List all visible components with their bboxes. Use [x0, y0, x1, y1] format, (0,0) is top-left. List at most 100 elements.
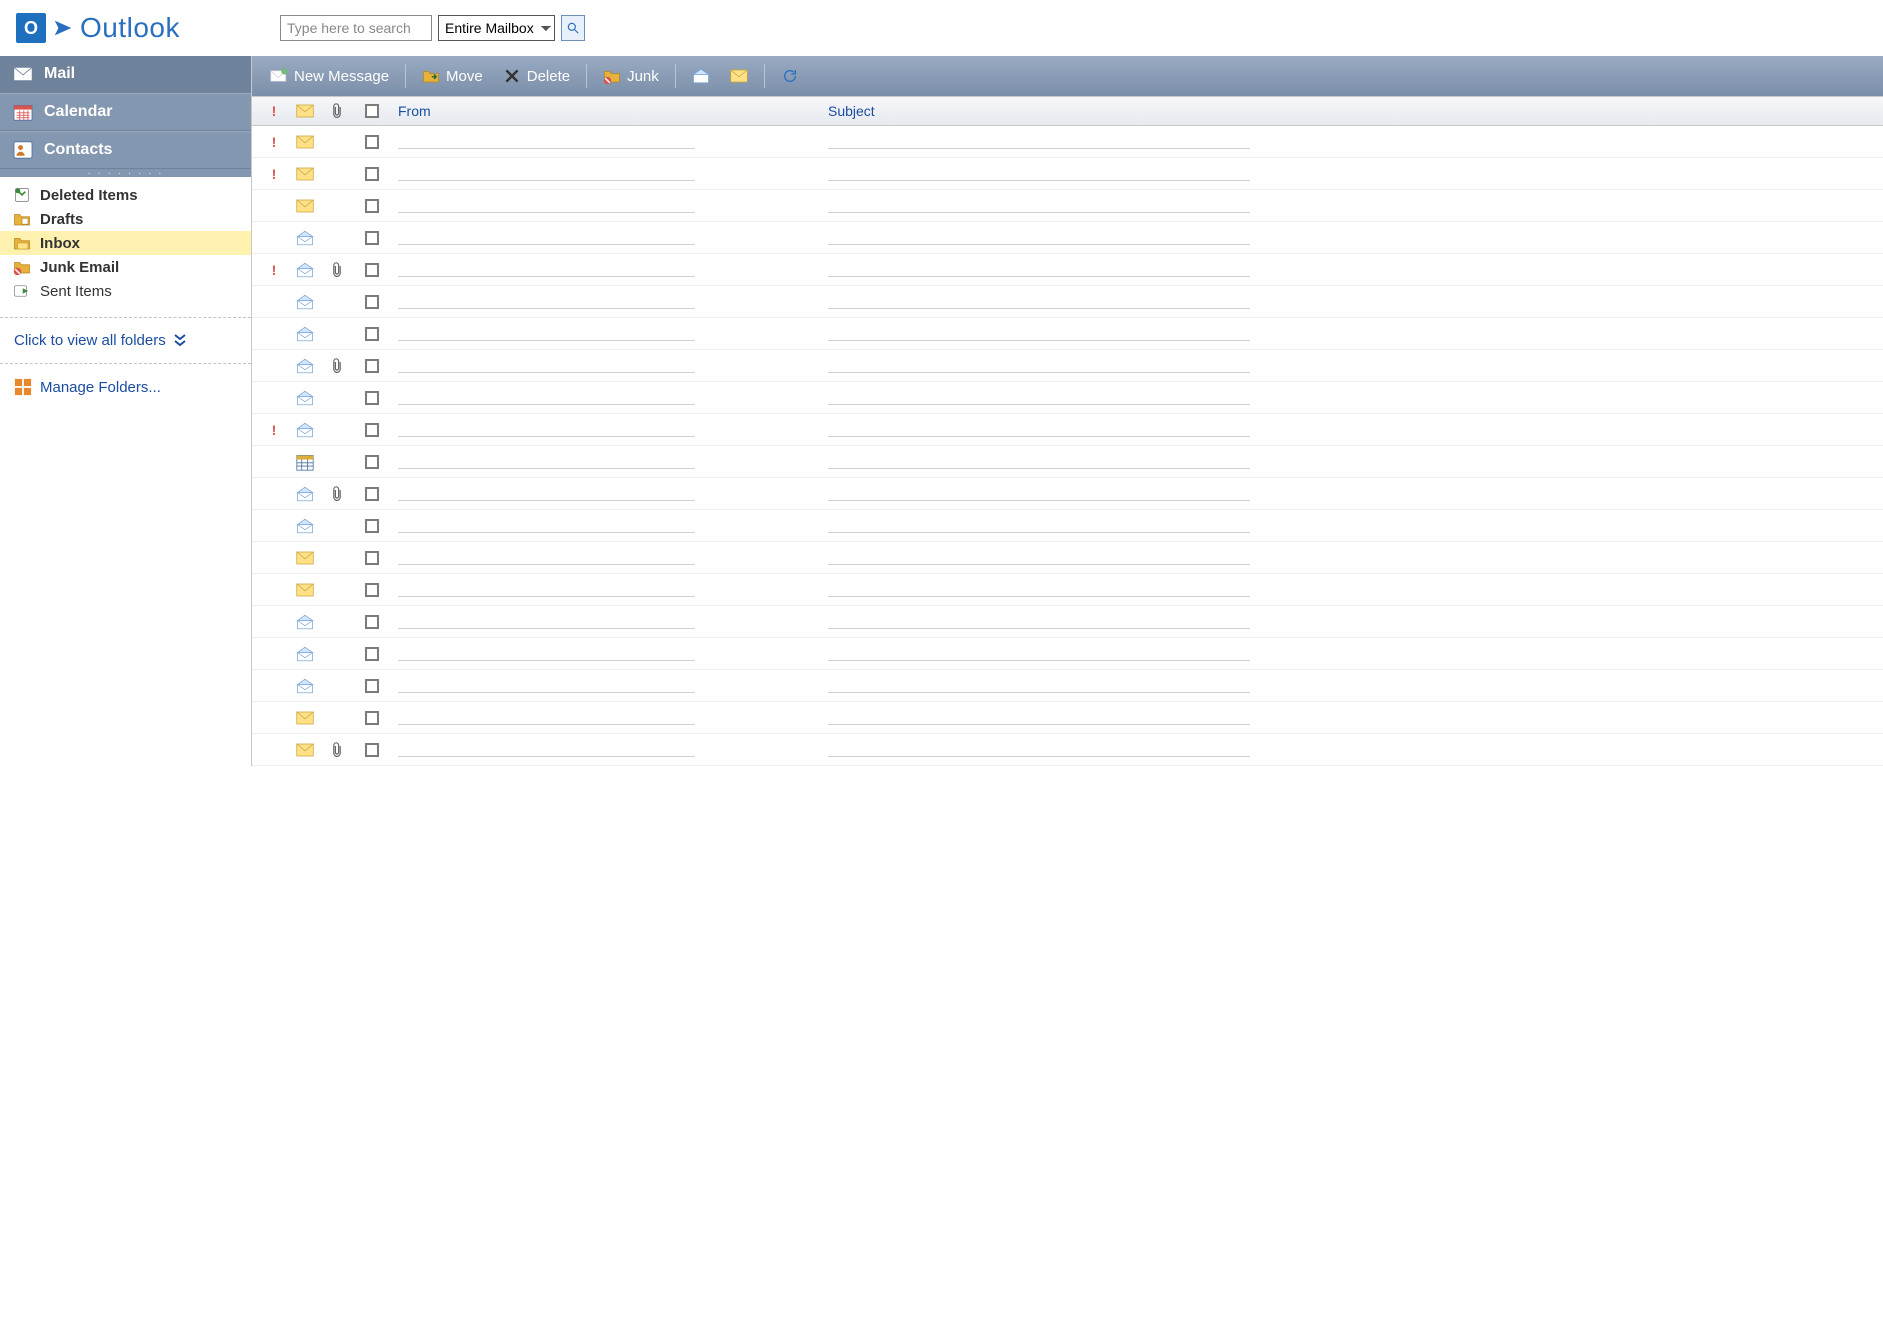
folder-inbox[interactable]: Inbox — [0, 231, 251, 255]
attachment-icon — [331, 486, 343, 502]
mail-row[interactable] — [252, 510, 1883, 542]
mail-row[interactable] — [252, 382, 1883, 414]
subject-cell — [822, 614, 1883, 629]
search-icon — [566, 21, 580, 35]
mail-row[interactable] — [252, 318, 1883, 350]
col-attachment[interactable] — [322, 103, 352, 119]
open-envelope-icon — [296, 646, 314, 662]
mail-row[interactable] — [252, 606, 1883, 638]
select-cell[interactable] — [352, 295, 392, 309]
view-all-folders-link[interactable]: Click to view all folders — [0, 326, 251, 355]
col-importance[interactable]: ! — [260, 103, 288, 119]
type-cell — [288, 551, 322, 565]
col-item-type[interactable] — [288, 104, 322, 118]
mail-row[interactable] — [252, 478, 1883, 510]
search-scope-select[interactable]: Entire Mailbox — [438, 15, 555, 41]
folder-label: Drafts — [40, 211, 83, 228]
select-cell[interactable] — [352, 743, 392, 757]
checkbox-icon — [365, 104, 379, 118]
mail-row[interactable] — [252, 542, 1883, 574]
select-cell[interactable] — [352, 391, 392, 405]
select-cell[interactable] — [352, 167, 392, 181]
mark-read-button[interactable] — [684, 64, 718, 88]
search-button[interactable] — [561, 15, 585, 41]
folder-drafts[interactable]: Drafts — [0, 207, 251, 231]
from-cell — [392, 166, 822, 181]
search-input[interactable] — [280, 15, 432, 41]
select-cell[interactable] — [352, 327, 392, 341]
nav-mail[interactable]: Mail — [0, 56, 251, 93]
type-cell — [288, 678, 322, 694]
topbar: O Outlook Entire Mailbox — [0, 0, 1883, 56]
drafts-folder-icon — [12, 210, 32, 228]
new-message-button[interactable]: New Message — [262, 64, 397, 88]
manage-folders-link[interactable]: Manage Folders... — [0, 372, 251, 402]
mail-row[interactable]: ! — [252, 414, 1883, 446]
mail-row[interactable]: ! — [252, 158, 1883, 190]
select-cell[interactable] — [352, 135, 392, 149]
subject-cell — [822, 262, 1883, 277]
type-cell — [288, 199, 322, 213]
importance-cell: ! — [260, 262, 288, 278]
attachment-cell — [322, 262, 352, 278]
select-cell[interactable] — [352, 551, 392, 565]
toolbar-separator — [675, 64, 676, 88]
from-cell — [392, 518, 822, 533]
from-cell — [392, 262, 822, 277]
select-cell[interactable] — [352, 231, 392, 245]
select-cell[interactable] — [352, 455, 392, 469]
move-button[interactable]: Move — [414, 64, 491, 88]
select-cell[interactable] — [352, 647, 392, 661]
closed-envelope-icon — [296, 135, 314, 149]
sidebar-resize-grip[interactable] — [0, 169, 251, 177]
mail-row[interactable] — [252, 446, 1883, 478]
junk-button[interactable]: Junk — [595, 64, 667, 88]
mail-row[interactable] — [252, 702, 1883, 734]
toolbar-separator — [586, 64, 587, 88]
select-cell[interactable] — [352, 487, 392, 501]
divider — [0, 363, 251, 364]
col-subject[interactable]: Subject — [822, 103, 1883, 119]
nav-contacts[interactable]: Contacts — [0, 131, 251, 169]
col-select-all[interactable] — [352, 104, 392, 118]
from-cell — [392, 198, 822, 213]
mail-row[interactable] — [252, 670, 1883, 702]
open-envelope-icon — [296, 230, 314, 246]
type-cell — [288, 262, 322, 278]
nav-calendar[interactable]: Calendar — [0, 93, 251, 131]
delete-button[interactable]: Delete — [495, 64, 578, 88]
mail-row[interactable] — [252, 350, 1883, 382]
mail-row[interactable] — [252, 190, 1883, 222]
checkbox-icon — [365, 199, 379, 213]
sent-folder-icon — [12, 282, 32, 300]
select-cell[interactable] — [352, 359, 392, 373]
select-cell[interactable] — [352, 615, 392, 629]
mail-row[interactable] — [252, 734, 1883, 766]
folder-sent[interactable]: Sent Items — [0, 279, 251, 303]
subject-cell — [822, 326, 1883, 341]
mail-row[interactable] — [252, 286, 1883, 318]
select-cell[interactable] — [352, 679, 392, 693]
select-cell[interactable] — [352, 519, 392, 533]
mail-row[interactable] — [252, 222, 1883, 254]
folder-junk[interactable]: Junk Email — [0, 255, 251, 279]
mail-row[interactable] — [252, 638, 1883, 670]
chevron-double-down-icon — [174, 334, 186, 348]
type-cell — [288, 326, 322, 342]
folder-trash[interactable]: Deleted Items — [0, 183, 251, 207]
mark-unread-button[interactable] — [722, 64, 756, 88]
select-cell[interactable] — [352, 583, 392, 597]
select-cell[interactable] — [352, 263, 392, 277]
select-cell[interactable] — [352, 711, 392, 725]
importance-icon: ! — [272, 166, 277, 182]
subject-cell — [822, 646, 1883, 661]
mail-row[interactable]: ! — [252, 126, 1883, 158]
type-cell — [288, 518, 322, 534]
folder-label: Deleted Items — [40, 187, 138, 204]
mail-row[interactable]: ! — [252, 254, 1883, 286]
select-cell[interactable] — [352, 423, 392, 437]
select-cell[interactable] — [352, 199, 392, 213]
refresh-button[interactable] — [773, 64, 807, 88]
col-from[interactable]: From — [392, 103, 822, 119]
mail-row[interactable] — [252, 574, 1883, 606]
